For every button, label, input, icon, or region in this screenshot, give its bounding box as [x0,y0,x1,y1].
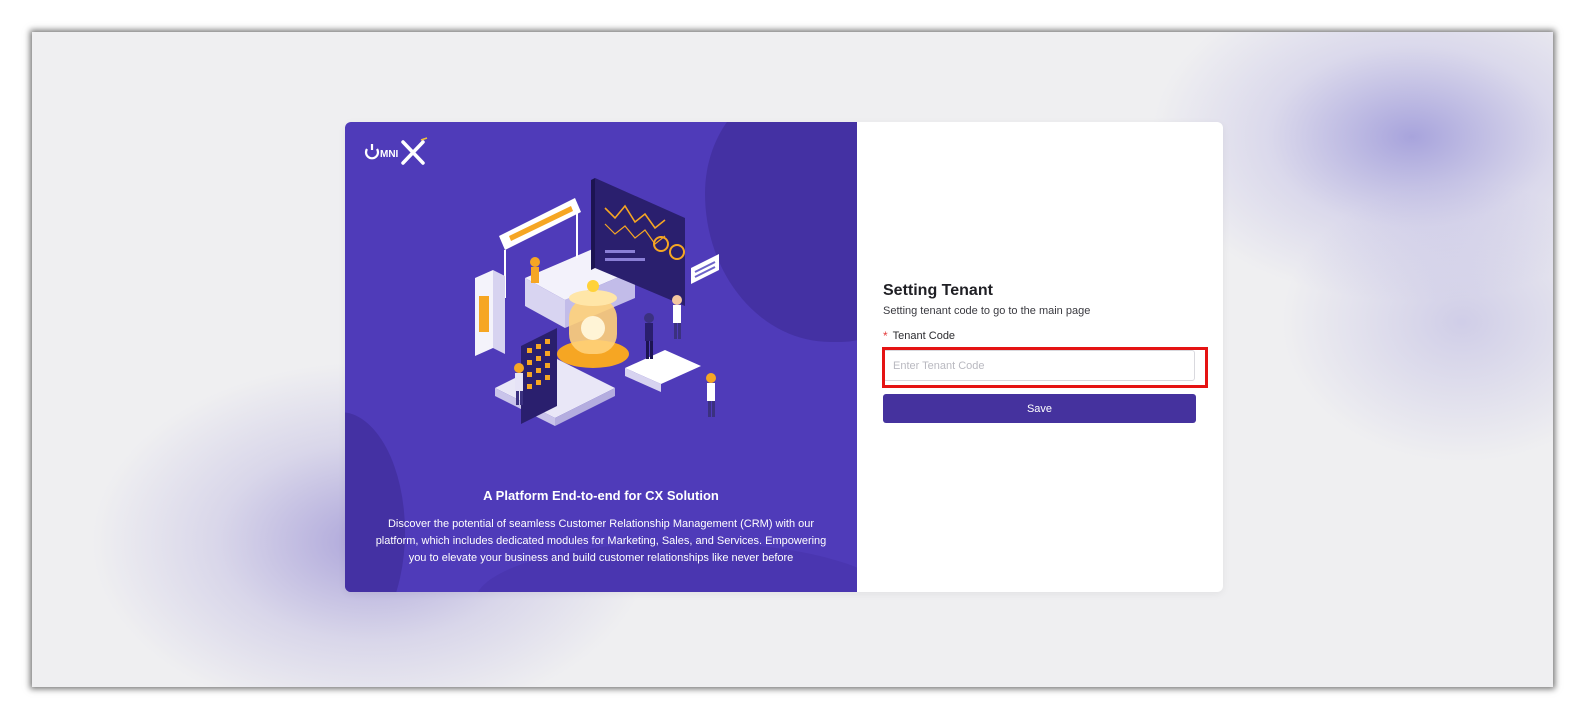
tenant-code-input[interactable] [883,350,1195,381]
svg-text:MNI: MNI [380,149,399,160]
form-title: Setting Tenant [883,282,993,299]
save-button[interactable]: Save [883,394,1196,423]
required-asterisk: * [883,329,888,343]
person-figure [530,257,540,283]
tenant-code-field-wrap [882,347,1208,388]
tenant-code-label: Tenant Code [892,330,956,342]
tenant-form: Setting Tenant Setting tenant code to go… [882,282,1208,423]
promo-panel: MNI A Platform End-to-end for CX Solutio… [345,122,857,592]
crm-dashboard-illustration [475,178,719,426]
tenant-card: MNI A Platform End-to-end for CX Solutio… [345,122,1223,592]
omnix-logo: MNI [364,137,428,165]
app-window: MNI A Platform End-to-end for CX Solutio… [32,32,1553,687]
tenant-code-label-row: * Tenant Code [883,329,1197,343]
form-subtitle: Setting tenant code to go to the main pa… [883,305,1091,317]
promo-description: Discover the potential of seamless Custo… [375,518,827,564]
promo-title: A Platform End-to-end for CX Solution [483,488,719,503]
